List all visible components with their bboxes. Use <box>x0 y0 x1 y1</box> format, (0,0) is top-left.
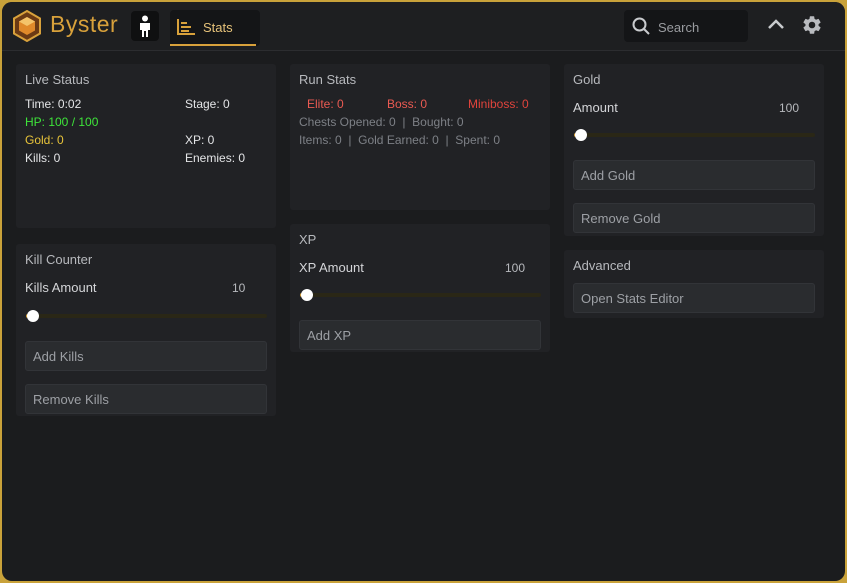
advanced-panel: Advanced Open Stats Editor <box>564 250 824 318</box>
panel-title: Advanced <box>573 258 631 273</box>
miniboss-count: Miniboss: 0 <box>468 97 529 111</box>
gold-value: Gold: 0 <box>25 133 64 147</box>
search-box[interactable] <box>624 10 748 42</box>
hp-value: HP: 100 / 100 <box>25 115 99 129</box>
bar-chart-icon <box>177 19 195 35</box>
tab-stats-label: Stats <box>203 20 233 35</box>
kill-counter-panel: Kill Counter Kills Amount 10 Add Kills R… <box>16 244 276 416</box>
search-icon <box>632 17 650 35</box>
byster-logo-icon <box>13 10 41 42</box>
chests-line: Chests Opened: 0 | Bought: 0 <box>299 115 464 129</box>
panel-title: Gold <box>573 72 601 87</box>
remove-gold-button[interactable]: Remove Gold <box>573 203 815 233</box>
open-stats-editor-button[interactable]: Open Stats Editor <box>573 283 815 313</box>
panel-title: Run Stats <box>299 72 357 87</box>
tab-active-indicator <box>170 44 256 46</box>
run-stats-panel: Run Stats Elite: 0 Boss: 0 Miniboss: 0 C… <box>290 64 550 210</box>
stage-value: Stage: 0 <box>185 97 230 111</box>
gear-icon[interactable] <box>801 14 823 36</box>
chevron-up-icon[interactable] <box>766 17 786 31</box>
add-kills-button[interactable]: Add Kills <box>25 341 267 371</box>
slider-handle[interactable] <box>301 289 314 301</box>
person-icon <box>140 15 150 37</box>
items-line: Items: 0 | Gold Earned: 0 | Spent: 0 <box>299 133 501 147</box>
remove-kills-button[interactable]: Remove Kills <box>25 384 267 414</box>
xp-amount-slider[interactable] <box>300 289 541 301</box>
tab-stats[interactable]: Stats <box>170 10 260 46</box>
panel-title: Kill Counter <box>25 252 93 267</box>
gold-amount-value: 100 <box>779 101 800 115</box>
elite-count: Elite: 0 <box>307 97 344 111</box>
slider-handle[interactable] <box>27 310 40 322</box>
panel-title: Live Status <box>25 72 90 87</box>
app-window: Byster Stats Search Live Status Time: 0:… <box>2 2 845 581</box>
gold-amount-label: Amount <box>573 100 618 115</box>
xp-amount-value: 100 <box>505 261 526 275</box>
xp-panel: XP XP Amount 100 Add XP <box>290 224 550 352</box>
top-bar: Byster Stats <box>2 2 845 51</box>
kills-amount-value: 10 <box>232 281 246 295</box>
search-input[interactable] <box>656 16 748 38</box>
app-title: Byster <box>50 11 119 37</box>
add-xp-button[interactable]: Add XP <box>299 320 541 350</box>
panel-title: XP <box>299 232 317 247</box>
kills-amount-slider[interactable] <box>26 310 267 322</box>
gold-amount-slider[interactable] <box>574 129 815 141</box>
kills-value: Kills: 0 <box>25 151 61 165</box>
xp-amount-label: XP Amount <box>299 260 364 275</box>
slider-handle[interactable] <box>575 129 588 141</box>
xp-value: XP: 0 <box>185 133 215 147</box>
add-gold-button[interactable]: Add Gold <box>573 160 815 190</box>
kills-amount-label: Kills Amount <box>25 280 97 295</box>
boss-count: Boss: 0 <box>387 97 428 111</box>
time-value: Time: 0:02 <box>25 97 82 111</box>
live-status-panel: Live Status Time: 0:02 Stage: 0 HP: 100 … <box>16 64 276 228</box>
tab-player[interactable] <box>131 11 159 41</box>
gold-panel: Gold Amount 100 Add Gold Remove Gold <box>564 64 824 236</box>
enemies-value: Enemies: 0 <box>185 151 246 165</box>
